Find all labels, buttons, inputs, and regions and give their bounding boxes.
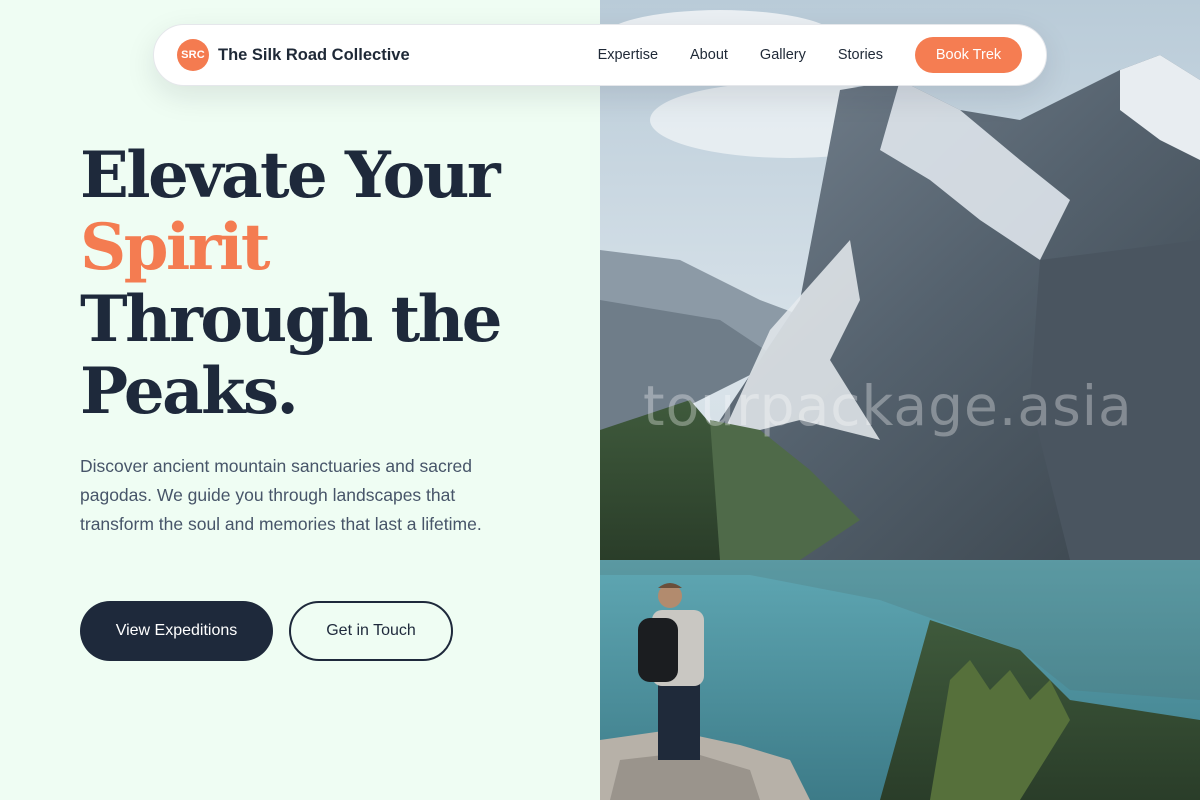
hero-title-line-1: Elevate Your [80,138,501,213]
nav-link-expertise[interactable]: Expertise [598,47,658,63]
get-in-touch-button[interactable]: Get in Touch [289,601,453,661]
brand-logo-badge[interactable]: SRC [177,39,209,71]
nav-link-gallery[interactable]: Gallery [760,47,806,63]
hero-description: Discover ancient mountain sanctuaries an… [80,456,482,534]
brand-name[interactable]: The Silk Road Collective [218,46,410,65]
hero-title-line-3: Through the [80,282,502,357]
nav-link-stories[interactable]: Stories [838,47,883,63]
hero-title-line-4: Peaks. [80,354,299,429]
hero-title: Elevate Your Spirit Through the Peaks. [80,140,580,428]
top-navigation: SRC The Silk Road Collective Expertise A… [153,24,1047,86]
hero-title-accent: Spirit [80,210,270,285]
book-trek-button[interactable]: Book Trek [915,37,1022,73]
nav-links: Expertise About Gallery Stories Book Tre… [598,37,1022,73]
nav-link-about[interactable]: About [690,47,728,63]
photo-watermark: tourpackage.asia [643,374,1133,438]
view-expeditions-button[interactable]: View Expeditions [80,601,273,661]
hero-photo: tourpackage.asia [600,0,1200,800]
